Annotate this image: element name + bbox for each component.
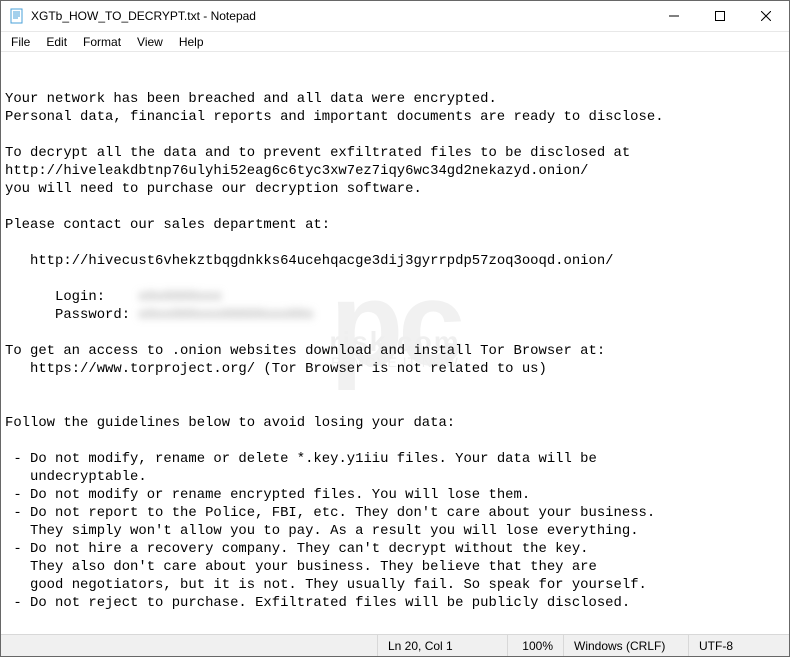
menu-edit[interactable]: Edit xyxy=(38,33,75,51)
minimize-button[interactable] xyxy=(651,1,697,32)
notepad-icon xyxy=(9,8,25,24)
titlebar: XGTb_HOW_TO_DECRYPT.txt - Notepad xyxy=(1,1,789,32)
statusbar: Ln 20, Col 1 100% Windows (CRLF) UTF-8 xyxy=(1,634,789,656)
status-zoom: 100% xyxy=(508,635,564,656)
status-encoding: UTF-8 xyxy=(689,635,789,656)
menu-help[interactable]: Help xyxy=(171,33,212,51)
status-line-ending: Windows (CRLF) xyxy=(564,635,689,656)
password-redacted: xXxxXXXxxxXXXXXxxxXXx xyxy=(138,306,313,324)
maximize-button[interactable] xyxy=(697,1,743,32)
login-redacted: xXxXXXXxxx xyxy=(138,288,221,306)
menubar: File Edit Format View Help xyxy=(1,32,789,52)
document-text: Your network has been breached and all d… xyxy=(5,90,785,612)
window-controls xyxy=(651,1,789,32)
menu-file[interactable]: File xyxy=(3,33,38,51)
text-area[interactable]: pc risk.com REMOVE IT NOW Your network h… xyxy=(1,52,789,634)
notepad-window: XGTb_HOW_TO_DECRYPT.txt - Notepad File E… xyxy=(0,0,790,657)
status-spacer xyxy=(1,635,378,656)
menu-view[interactable]: View xyxy=(129,33,171,51)
window-title: XGTb_HOW_TO_DECRYPT.txt - Notepad xyxy=(31,9,651,23)
menu-format[interactable]: Format xyxy=(75,33,129,51)
close-button[interactable] xyxy=(743,1,789,32)
status-position: Ln 20, Col 1 xyxy=(378,635,508,656)
